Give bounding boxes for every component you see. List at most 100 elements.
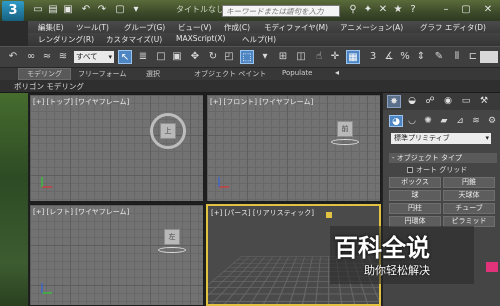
- menu-customize[interactable]: カスタマイズ(U): [106, 34, 162, 45]
- close-icon[interactable]: ✕: [482, 4, 494, 16]
- project-folder-icon[interactable]: ▢: [114, 4, 126, 16]
- bind-space-warp-icon[interactable]: ≋: [56, 50, 70, 64]
- window-crossing-icon[interactable]: ▣: [170, 50, 184, 64]
- percent-snap-icon[interactable]: %: [398, 50, 412, 64]
- redo-icon[interactable]: ↷: [96, 4, 108, 16]
- angle-snap-icon[interactable]: ∡: [382, 50, 396, 64]
- menu-modifiers[interactable]: モディファイヤ(M): [264, 22, 328, 33]
- favorites-icon[interactable]: ★: [392, 4, 404, 16]
- viewcube-left[interactable]: 左: [164, 229, 180, 245]
- viewport-left-label[interactable]: [+] [レフト] [ワイヤフレーム]: [33, 207, 129, 217]
- tube-button[interactable]: チューブ: [443, 203, 495, 214]
- menu-edit[interactable]: 編集(E): [38, 22, 64, 33]
- manipulate-icon[interactable]: ☝: [312, 50, 326, 64]
- snap-3d-icon[interactable]: 3: [366, 50, 380, 64]
- menu-help[interactable]: ヘルプ(H): [242, 34, 276, 45]
- helpers-category-icon[interactable]: ⊿: [453, 115, 467, 127]
- named-selection-field[interactable]: [480, 51, 498, 63]
- menu-tools[interactable]: ツール(T): [76, 22, 109, 33]
- select-object-icon[interactable]: ↖: [118, 50, 132, 64]
- viewport-left[interactable]: [+] [レフト] [ワイヤフレーム] 左: [29, 204, 204, 306]
- box-button[interactable]: ボックス: [389, 177, 441, 188]
- spinner-snap-icon[interactable]: ⇕: [414, 50, 428, 64]
- spacewarps-category-icon[interactable]: ≋: [469, 115, 483, 127]
- maximize-icon[interactable]: ▢: [460, 4, 472, 16]
- geosphere-button[interactable]: 天球体: [443, 190, 495, 201]
- pivot-center-icon[interactable]: ⊞: [276, 50, 290, 64]
- menu-animation[interactable]: アニメーション(A): [340, 22, 403, 33]
- new-file-icon[interactable]: ▭: [32, 4, 44, 16]
- selection-filter-dropdown[interactable]: すべて: [74, 51, 114, 63]
- edit-named-selection-icon[interactable]: ✎: [432, 50, 446, 64]
- hierarchy-tab-icon[interactable]: ☍: [423, 95, 437, 108]
- utilities-tab-icon[interactable]: ⚒: [477, 95, 491, 108]
- select-by-name-icon[interactable]: ≣: [136, 50, 150, 64]
- select-rotate-icon[interactable]: ↻: [206, 50, 220, 64]
- tab-modeling[interactable]: モデリング: [18, 68, 71, 80]
- communication-icon[interactable]: ✕: [377, 4, 389, 16]
- menu-group[interactable]: グループ(G): [124, 22, 165, 33]
- keyboard-shortcut-icon[interactable]: ▦: [346, 50, 360, 64]
- align-icon[interactable]: ⊏: [466, 50, 480, 64]
- menu-view[interactable]: ビュー(V): [178, 22, 211, 33]
- ribbon-toggle-icon[interactable]: ◂: [330, 66, 344, 80]
- autogrid-checkbox[interactable]: オート グリッド: [407, 165, 467, 175]
- object-type-rollout[interactable]: - オブジェクト タイプ: [389, 153, 497, 163]
- mirror-icon[interactable]: ◫: [294, 50, 308, 64]
- minimize-icon[interactable]: –: [440, 4, 452, 16]
- save-file-icon[interactable]: ▣: [62, 4, 74, 16]
- menu-graph-editors[interactable]: グラフ エディタ(D): [420, 22, 486, 33]
- search-input[interactable]: [222, 5, 340, 17]
- primitive-type-dropdown[interactable]: 標準プリミティブ: [391, 133, 491, 144]
- viewport-top[interactable]: [+] [トップ] [ワイヤフレーム] 上: [29, 94, 204, 202]
- tab-object-paint[interactable]: オブジェクト ペイント: [194, 69, 266, 79]
- menu-rendering[interactable]: レンダリング(R): [38, 34, 94, 45]
- axis-tripod-icon: [41, 283, 52, 294]
- cylinder-button[interactable]: 円柱: [389, 203, 441, 214]
- select-link-icon[interactable]: ∞: [24, 50, 38, 64]
- motion-tab-icon[interactable]: ◉: [441, 95, 455, 108]
- systems-category-icon[interactable]: ⚙: [485, 115, 499, 127]
- display-tab-icon[interactable]: ▭: [459, 95, 473, 108]
- select-move-icon[interactable]: ✥: [188, 50, 202, 64]
- binoculars-icon[interactable]: ⚲: [347, 4, 359, 16]
- menu-create[interactable]: 作成(C): [224, 22, 250, 33]
- cameras-category-icon[interactable]: ▰: [437, 115, 451, 127]
- rectangular-selection-icon[interactable]: □: [154, 50, 168, 64]
- select-scale-icon[interactable]: ◰: [222, 50, 236, 64]
- app-logo-icon[interactable]: 3: [2, 1, 24, 21]
- modify-tab-icon[interactable]: ◒: [405, 95, 419, 108]
- viewport-marker: [326, 212, 332, 218]
- menu-maxscript[interactable]: MAXScript(X): [176, 34, 225, 43]
- reference-coordinate-icon[interactable]: ⬚: [240, 50, 254, 64]
- autogrid-check-icon[interactable]: [407, 167, 413, 173]
- subscription-icon[interactable]: ✦: [362, 4, 374, 16]
- unlink-icon[interactable]: ≈: [40, 50, 54, 64]
- tab-freeform[interactable]: フリーフォーム: [78, 69, 126, 79]
- shapes-category-icon[interactable]: ◡: [405, 115, 419, 127]
- undo-icon[interactable]: ↶: [80, 4, 92, 16]
- open-file-icon[interactable]: ▤: [47, 4, 59, 16]
- geometry-category-icon[interactable]: ◕: [389, 115, 403, 127]
- workspace-dropdown-icon[interactable]: ▾: [130, 4, 142, 16]
- viewcube-front[interactable]: 前: [337, 121, 353, 137]
- watermark-badge: [486, 262, 498, 272]
- lights-category-icon[interactable]: ✺: [421, 115, 435, 127]
- create-tab-icon[interactable]: ✸: [387, 95, 401, 108]
- mirror-tool-icon[interactable]: ⫴: [450, 50, 464, 64]
- help-icon[interactable]: ?: [407, 4, 419, 16]
- undo-icon[interactable]: ↶: [6, 50, 20, 64]
- viewport-top-label[interactable]: [+] [トップ] [ワイヤフレーム]: [33, 97, 129, 107]
- viewport-perspective-label[interactable]: [+] [パース] [リアリスティック]: [211, 208, 314, 218]
- tab-selection[interactable]: 選択: [146, 69, 160, 79]
- tab-populate[interactable]: Populate: [282, 69, 312, 77]
- viewport-front[interactable]: [+] [フロント] [ワイヤフレーム] 前: [206, 94, 381, 202]
- view-dropdown-icon[interactable]: ▾: [258, 50, 272, 64]
- main-toolbar: ↶ ∞ ≈ ≋ すべて ↖ ≣ □ ▣ ✥ ↻ ◰ ⬚ ▾ ⊞ ◫ ☝ ✛ ▦ …: [0, 46, 500, 68]
- viewport-front-label[interactable]: [+] [フロント] [ワイヤフレーム]: [210, 97, 313, 107]
- viewcube-top[interactable]: 上: [160, 123, 176, 139]
- sphere-button[interactable]: 球: [389, 190, 441, 201]
- cone-button[interactable]: 円錐: [443, 177, 495, 188]
- move-gizmo-icon[interactable]: ✛: [328, 50, 342, 64]
- ribbon-panel-title[interactable]: ポリゴン モデリング: [14, 81, 84, 92]
